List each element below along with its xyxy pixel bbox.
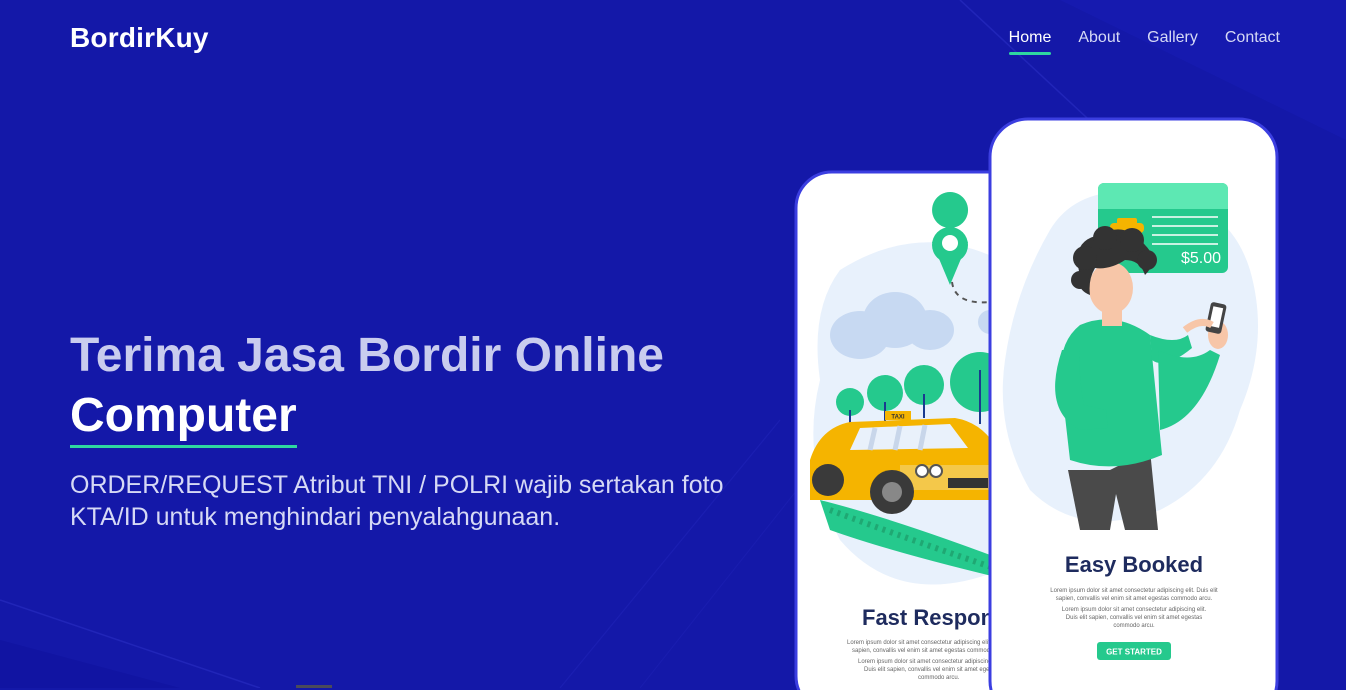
hero-title-line1: Terima Jasa Bordir Online (70, 329, 664, 382)
nav-home[interactable]: Home (1008, 29, 1051, 55)
left-phone-lorem-3: Lorem ipsum dolor sit amet consectetur a… (858, 659, 1003, 665)
right-phone: $5.00 Easy Booked Lorem ipsum dolor sit … (988, 117, 1279, 690)
right-phone-lorem-2: sapien, convallis vel enim sit amet eges… (1056, 596, 1213, 602)
main-nav: Home About Gallery Contact (1008, 29, 1280, 55)
nav-about[interactable]: About (1078, 29, 1120, 55)
left-phone-heading: Fast Respon (862, 605, 994, 630)
left-phone-lorem-2: sapien, convallis vel enim sit amet eges… (852, 648, 1009, 654)
hero-subtitle: ORDER/REQUEST Atribut TNI / POLRI wajib … (70, 471, 724, 531)
nav-gallery[interactable]: Gallery (1147, 29, 1198, 55)
brand-logo[interactable]: BordirKuy (70, 22, 209, 54)
phones-illustration: TAXI Fast Respon Lorem ipsum dolor sit a… (794, 117, 1279, 690)
right-phone-lorem-1: Lorem ipsum dolor sit amet consectetur a… (1050, 588, 1218, 594)
get-started-label: GET STARTED (1106, 648, 1162, 657)
right-phone-lorem-5: commodo arcu. (1113, 623, 1155, 629)
get-started-button[interactable]: GET STARTED (1097, 642, 1171, 660)
price-amount: $5.00 (1181, 250, 1221, 267)
nav-contact[interactable]: Contact (1225, 29, 1280, 55)
right-phone-lorem-4: Duis elit sapien, convallis vel enim sit… (1066, 615, 1202, 621)
hero-title: Terima Jasa Bordir Online Computer (70, 326, 664, 448)
taxi-sign: TAXI (891, 415, 905, 421)
left-phone-lorem-4: Duis elit sapien, convallis vel enim sit… (864, 667, 1000, 673)
left-phone-lorem-5: commodo arcu. (918, 675, 960, 681)
right-phone-heading: Easy Booked (1065, 552, 1203, 577)
right-phone-lorem-3: Lorem ipsum dolor sit amet consectetur a… (1062, 607, 1207, 613)
hero-title-line2: Computer (70, 386, 297, 448)
